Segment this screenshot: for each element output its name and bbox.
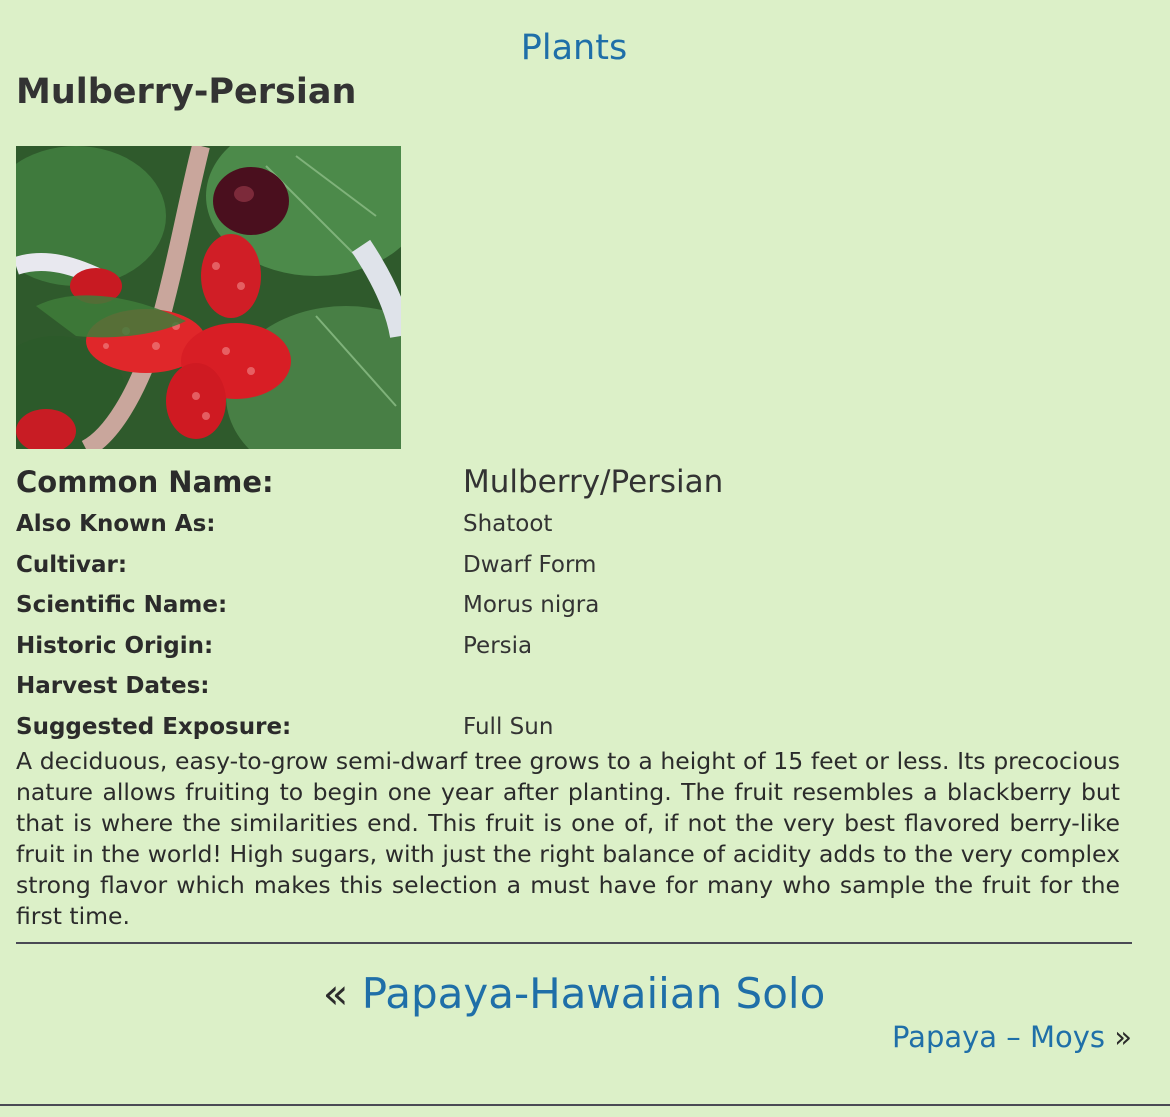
detail-row-harvest-dates: Harvest Dates: bbox=[16, 666, 1136, 707]
previous-post-nav: « Papaya-Hawaiian Solo bbox=[0, 966, 1148, 1022]
detail-label: Suggested Exposure: bbox=[16, 713, 292, 740]
footer-divider bbox=[0, 1104, 1170, 1106]
left-double-arrow-icon: « bbox=[322, 969, 349, 1018]
breadcrumb-plants-link[interactable]: Plants bbox=[0, 26, 1148, 70]
detail-label: Common Name: bbox=[16, 465, 274, 499]
detail-label: Harvest Dates: bbox=[16, 673, 210, 699]
detail-value: Mulberry/Persian bbox=[463, 464, 724, 500]
detail-value: Shatoot bbox=[463, 511, 553, 537]
detail-label: Scientific Name: bbox=[16, 592, 228, 618]
detail-value: Dwarf Form bbox=[463, 551, 597, 578]
plant-photo bbox=[16, 146, 401, 449]
page-title: Mulberry-Persian bbox=[16, 72, 357, 112]
detail-label: Also Known As: bbox=[16, 511, 216, 537]
previous-post-link[interactable]: Papaya-Hawaiian Solo bbox=[362, 969, 826, 1018]
detail-row-suggested-exposure: Suggested Exposure: Full Sun bbox=[16, 707, 1136, 748]
next-post-nav: Papaya – Moys » bbox=[892, 1018, 1132, 1056]
detail-row-historic-origin: Historic Origin: Persia bbox=[16, 626, 1136, 667]
detail-label: Cultivar: bbox=[16, 551, 128, 578]
detail-value: Persia bbox=[463, 632, 533, 659]
next-post-link[interactable]: Papaya – Moys bbox=[892, 1020, 1105, 1054]
detail-row-scientific-name: Scientific Name: Morus nigra bbox=[16, 585, 1136, 626]
detail-value: Full Sun bbox=[463, 713, 554, 740]
plant-details-table: Common Name: Mulberry/Persian Also Known… bbox=[16, 460, 1136, 747]
plant-description: A deciduous, easy-to-grow semi-dwarf tre… bbox=[16, 747, 1120, 930]
detail-value: Morus nigra bbox=[463, 592, 600, 618]
divider bbox=[16, 942, 1132, 944]
detail-row-cultivar: Cultivar: Dwarf Form bbox=[16, 545, 1136, 586]
detail-label: Historic Origin: bbox=[16, 632, 214, 659]
detail-row-also-known-as: Also Known As: Shatoot bbox=[16, 504, 1136, 545]
detail-row-common-name: Common Name: Mulberry/Persian bbox=[16, 460, 1136, 504]
right-double-arrow-icon: » bbox=[1114, 1020, 1132, 1054]
